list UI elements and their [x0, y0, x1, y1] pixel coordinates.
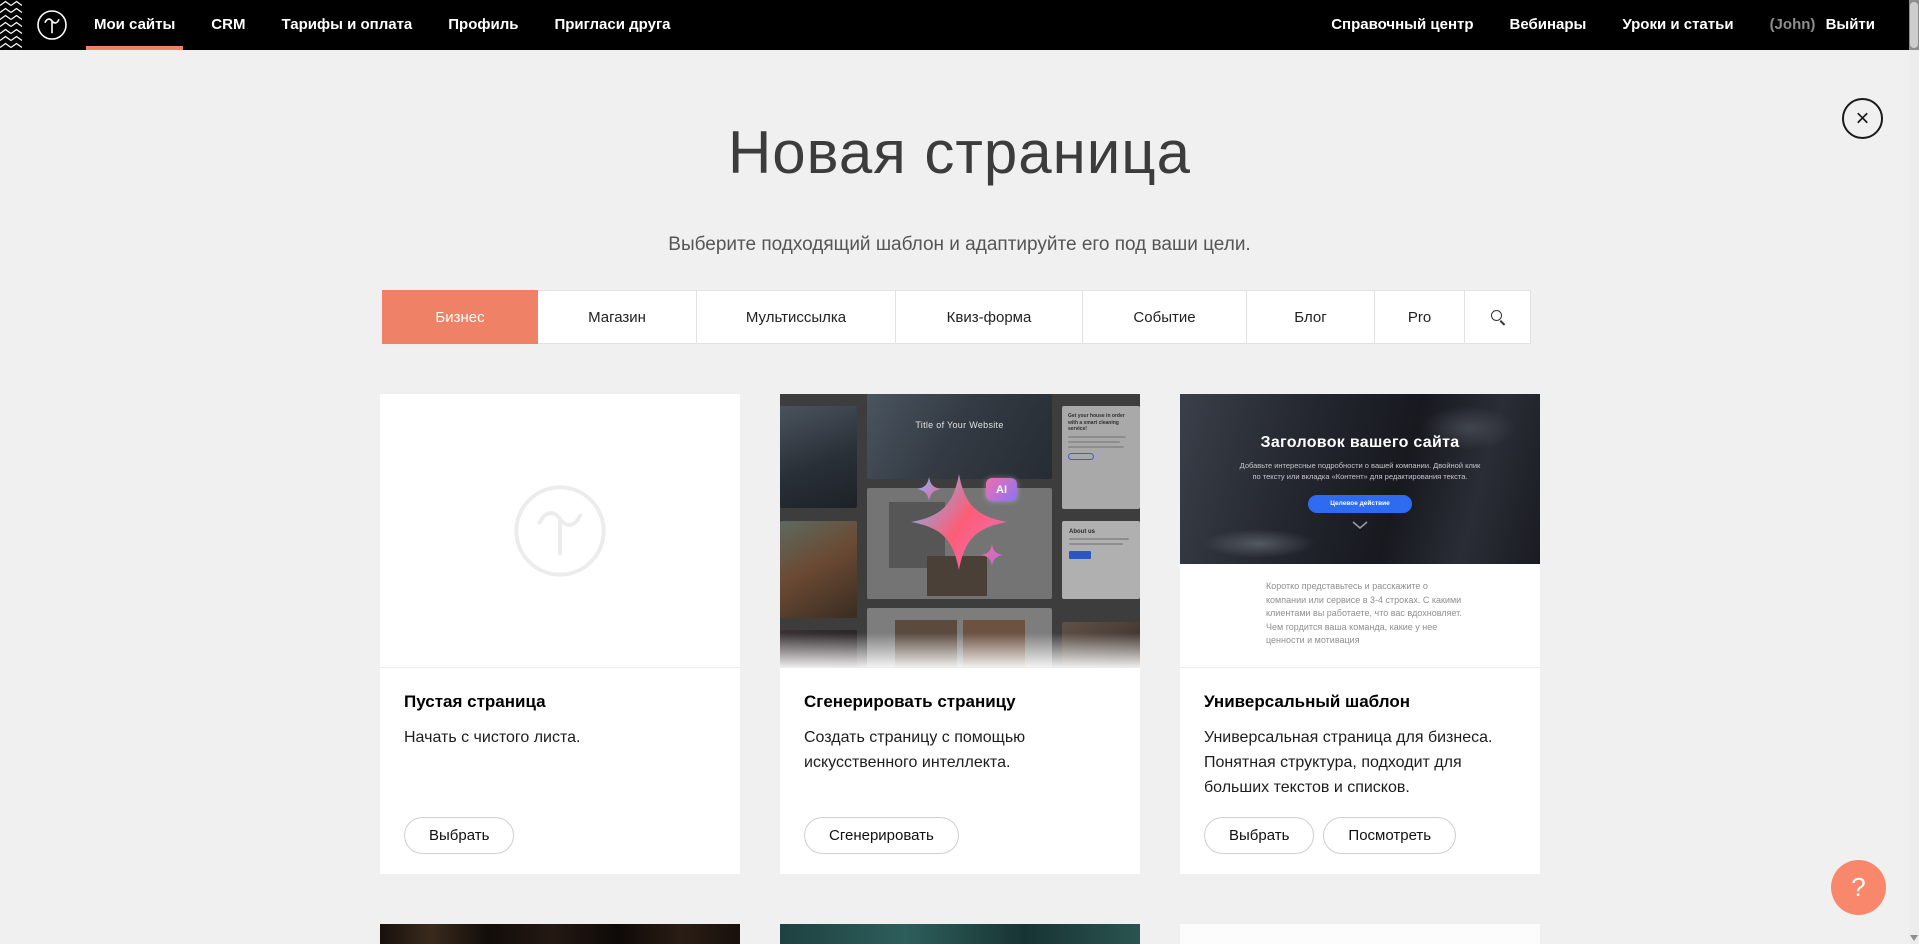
nav-user: (John) Выйти [1770, 0, 1875, 50]
choose-button[interactable]: Выбрать [404, 817, 514, 854]
ai-sparkle-small-icon [917, 477, 941, 501]
collage-text-line [1068, 436, 1126, 438]
tab-event[interactable]: Событие [1082, 290, 1247, 344]
card-ai-generate: Title of Your Website Get your house in … [780, 394, 1140, 874]
page-subtitle: Выберите подходящий шаблон и адаптируйте… [0, 234, 1919, 256]
nav-item-lessons[interactable]: Уроки и статьи [1622, 0, 1733, 50]
chevron-down-icon [1352, 521, 1368, 529]
card-blank-page: Пустая страница Начать с чистого листа. … [380, 394, 740, 874]
generate-button[interactable]: Сгенерировать [804, 817, 959, 854]
template-card-partial[interactable] [380, 924, 740, 944]
tab-store[interactable]: Магазин [537, 290, 697, 344]
nav-item-profile[interactable]: Профиль [448, 0, 518, 50]
tilda-logo-icon[interactable] [36, 9, 68, 41]
collage-hero-title: Title of Your Website [867, 420, 1052, 430]
template-card-partial[interactable] [1180, 924, 1540, 944]
card-description: Создать страницу с помощью искусственног… [804, 726, 1116, 776]
collage-tile-hero: Title of Your Website [867, 394, 1052, 479]
nav-item-invite-friend[interactable]: Пригласи друга [554, 0, 670, 50]
template-body-text: Коротко представьтесь и расскажите о ком… [1266, 580, 1466, 648]
scrollbar-thumb[interactable] [1910, 2, 1918, 48]
collage-text-line [1069, 543, 1123, 545]
collage-bottom-fade [780, 633, 1140, 667]
tab-quiz-form[interactable]: Квиз-форма [895, 290, 1083, 344]
nav-item-webinars[interactable]: Вебинары [1510, 0, 1587, 50]
help-button[interactable]: ? [1831, 860, 1886, 915]
nav-right: Справочный центр Вебинары Уроки и статьи… [1331, 0, 1875, 50]
card-actions: Выбрать [404, 817, 514, 854]
template-category-tabs: Бизнес Магазин Мультиссылка Квиз-форма С… [382, 290, 1531, 344]
card-description: Начать с чистого листа. [404, 726, 716, 751]
card-body: Сгенерировать страницу Создать страницу … [780, 668, 1140, 776]
close-button[interactable]: × [1842, 98, 1883, 139]
collage-outline-button [1068, 453, 1094, 460]
card-universal-template: Заголовок вашего сайта Добавьте интересн… [1180, 394, 1540, 874]
page-title: Новая страница [0, 118, 1919, 187]
card-actions: Выбрать Посмотреть [1204, 817, 1456, 854]
card-actions: Сгенерировать [804, 817, 959, 854]
card-ai-preview[interactable]: Title of Your Website Get your house in … [780, 394, 1140, 668]
template-card-partial[interactable] [780, 924, 1140, 944]
card-title: Универсальный шаблон [1204, 692, 1516, 712]
scrollbar-down-arrow-icon[interactable] [1910, 935, 1918, 941]
choose-button[interactable]: Выбрать [1204, 817, 1314, 854]
close-icon: × [1855, 105, 1869, 132]
template-hero-title: Заголовок вашего сайта [1180, 394, 1540, 452]
collage-tile-photo [780, 406, 857, 508]
scrollbar[interactable] [1909, 0, 1919, 944]
nav-item-help-center[interactable]: Справочный центр [1331, 0, 1473, 50]
collage-text-line [1069, 538, 1129, 540]
card-template-preview[interactable]: Заголовок вашего сайта Добавьте интересн… [1180, 394, 1540, 668]
collage-about-heading: About us [1069, 529, 1133, 535]
user-name: (John) [1770, 16, 1816, 33]
tab-search[interactable] [1464, 290, 1531, 344]
tilda-watermark-icon [512, 483, 608, 579]
collage-blue-button [1069, 551, 1091, 559]
tab-pro[interactable]: Pro [1374, 290, 1465, 344]
template-hero: Заголовок вашего сайта Добавьте интересн… [1180, 394, 1540, 564]
tab-business[interactable]: Бизнес [382, 290, 538, 344]
zigzag-pattern-icon [0, 0, 22, 50]
collage-text-line [1068, 446, 1124, 448]
template-body: Коротко представьтесь и расскажите о ком… [1180, 564, 1470, 648]
card-body: Универсальный шаблон Универсальная стран… [1180, 668, 1540, 800]
card-body: Пустая страница Начать с чистого листа. [380, 668, 740, 751]
collage-side-heading: Get your house in order with a smart cle… [1068, 413, 1134, 433]
ai-badge: AI [986, 478, 1017, 501]
search-icon [1491, 310, 1505, 324]
card-title: Пустая страница [404, 692, 716, 712]
collage-tile-photo [780, 521, 857, 618]
nav-item-my-sites[interactable]: Мои сайты [94, 0, 175, 50]
template-hero-subtitle: Добавьте интересные подробности о вашей … [1235, 460, 1485, 483]
collage-tile-about: About us [1062, 521, 1140, 599]
template-cards-row-2 [380, 924, 1540, 944]
card-blank-preview[interactable] [380, 394, 740, 668]
top-navbar: Мои сайты CRM Тарифы и оплата Профиль Пр… [0, 0, 1919, 50]
collage-tile-text: Get your house in order with a smart cle… [1062, 406, 1140, 509]
logout-link[interactable]: Выйти [1826, 16, 1875, 33]
question-mark-icon: ? [1851, 872, 1865, 903]
tab-multilink[interactable]: Мультиссылка [696, 290, 896, 344]
nav-item-pricing[interactable]: Тарифы и оплата [281, 0, 412, 50]
template-cta-button: Целевое действие [1308, 495, 1412, 513]
ai-sparkle-small-icon [981, 544, 1003, 566]
collage-text-line [1068, 441, 1120, 443]
preview-button[interactable]: Посмотреть [1323, 817, 1456, 854]
card-description: Универсальная страница для бизнеса. Поня… [1204, 726, 1516, 800]
template-cards-row: Пустая страница Начать с чистого листа. … [380, 394, 1540, 874]
card-title: Сгенерировать страницу [804, 692, 1116, 712]
nav-item-crm[interactable]: CRM [211, 0, 245, 50]
tab-blog[interactable]: Блог [1246, 290, 1375, 344]
nav-left: Мои сайты CRM Тарифы и оплата Профиль Пр… [94, 0, 671, 50]
